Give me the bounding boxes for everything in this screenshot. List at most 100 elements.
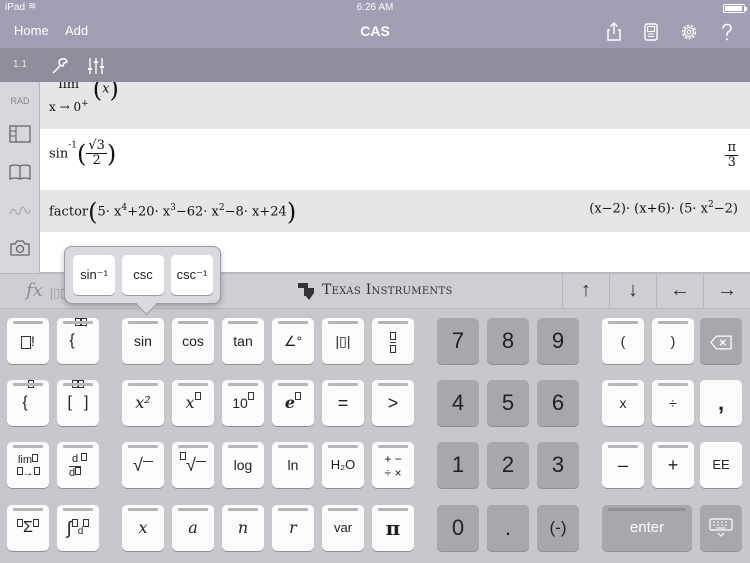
digit-8-key[interactable]: 8 xyxy=(487,318,529,364)
angle-mode: RAD xyxy=(10,96,30,106)
csc-key[interactable]: csc xyxy=(122,255,164,295)
down-arrow-key[interactable]: ↓ xyxy=(609,274,656,309)
gear-icon[interactable] xyxy=(678,21,700,43)
comma-key[interactable]: , xyxy=(700,380,742,426)
home-button[interactable]: Home xyxy=(14,23,49,38)
square-key[interactable]: x² xyxy=(122,380,164,426)
limit-key[interactable]: lim → xyxy=(7,442,49,488)
keyboard-icon xyxy=(709,518,733,537)
history-expression: factor(5· x4+20· x3−62· x2−8· x+24) xyxy=(49,198,297,226)
share-icon[interactable] xyxy=(603,21,625,43)
left-paren-key[interactable]: ( xyxy=(602,318,644,364)
chemistry-key[interactable]: H₂O xyxy=(322,442,364,488)
backspace-icon xyxy=(710,335,732,350)
digit-7-key[interactable]: 7 xyxy=(437,318,479,364)
decimal-key[interactable]: . xyxy=(487,505,529,551)
digit-0-key[interactable]: 0 xyxy=(437,505,479,551)
power-key[interactable]: x xyxy=(172,380,214,426)
system-key[interactable]: { xyxy=(7,380,49,426)
ee-key[interactable]: EE xyxy=(700,442,742,488)
cos-key[interactable]: cos xyxy=(172,318,214,364)
piecewise-key[interactable]: { xyxy=(57,318,99,364)
angle-key[interactable]: ∠° xyxy=(272,318,314,364)
page-sorter-icon[interactable] xyxy=(8,124,32,144)
nav-bar: Home Add CAS xyxy=(0,16,750,48)
pi-key[interactable]: π xyxy=(372,505,414,551)
digit-1-key[interactable]: 1 xyxy=(437,442,479,488)
history-row[interactable]: factor(5· x4+20· x3−62· x2−8· x+24) (x−2… xyxy=(40,190,750,232)
tan-key[interactable]: tan xyxy=(222,318,264,364)
digit-2-key[interactable]: 2 xyxy=(487,442,529,488)
help-icon[interactable] xyxy=(716,21,738,43)
digit-4-key[interactable]: 4 xyxy=(437,380,479,426)
sin-popup: sin⁻¹ csc csc⁻¹ xyxy=(64,246,221,304)
calculation-history: lim x → 0+ (x) sin-1(√3 2) π3 factor(5· x… xyxy=(40,82,750,273)
fraction-key[interactable] xyxy=(372,318,414,364)
var-n-key[interactable]: n xyxy=(222,505,264,551)
wrench-icon[interactable] xyxy=(50,56,70,76)
sum-key[interactable]: Σ xyxy=(7,505,49,551)
sliders-icon[interactable] xyxy=(86,56,106,76)
tool-strip xyxy=(40,48,750,82)
derivative-key[interactable]: dd xyxy=(57,442,99,488)
sqrt-key[interactable]: √ xyxy=(122,442,164,488)
ten-power-key[interactable]: 10 xyxy=(222,380,264,426)
book-icon[interactable] xyxy=(8,162,32,182)
greater-than-key[interactable]: > xyxy=(372,380,414,426)
camera-icon[interactable] xyxy=(8,238,32,258)
up-arrow-key[interactable]: ↑ xyxy=(562,274,609,309)
var-r-key[interactable]: r xyxy=(272,505,314,551)
left-toolbar: 1.1 RAD xyxy=(0,48,40,273)
var-x-key[interactable]: x xyxy=(122,505,164,551)
right-arrow-key[interactable]: → xyxy=(703,274,750,309)
brand-name: Texas Instruments xyxy=(322,282,453,298)
ti-logo-icon xyxy=(298,283,314,300)
lim-subscript: x → 0 xyxy=(49,99,82,114)
history-result: (x−2)· (x+6)· (5· x2−2) xyxy=(589,200,738,217)
fx-button[interactable]: fx xyxy=(26,280,43,301)
status-bar: iPad ≋ 6:26 AM xyxy=(0,0,750,16)
matrix-key[interactable]: [] xyxy=(57,380,99,426)
integral-key[interactable]: ∫ d xyxy=(57,505,99,551)
digit-5-key[interactable]: 5 xyxy=(487,380,529,426)
page-indicator[interactable]: 1.1 xyxy=(0,48,40,82)
sin-key[interactable]: sin xyxy=(122,318,164,364)
arcsin-key[interactable]: sin⁻¹ xyxy=(73,255,115,295)
nth-root-key[interactable]: √ xyxy=(172,442,214,488)
lim-word: lim xyxy=(58,82,80,92)
digit-9-key[interactable]: 9 xyxy=(537,318,579,364)
arccsc-key[interactable]: csc⁻¹ xyxy=(171,255,213,295)
lim-argument: x xyxy=(102,82,110,97)
enter-button[interactable]: enter xyxy=(602,505,692,551)
app-title: CAS xyxy=(360,23,390,39)
plus-key[interactable]: + xyxy=(652,442,694,488)
e-power-key[interactable]: e xyxy=(272,380,314,426)
negative-key[interactable]: (-) xyxy=(537,505,579,551)
var-key[interactable]: var xyxy=(322,505,364,551)
var-a-key[interactable]: a xyxy=(172,505,214,551)
digit-6-key[interactable]: 6 xyxy=(537,380,579,426)
multiply-key[interactable]: x xyxy=(602,380,644,426)
device-icon[interactable] xyxy=(640,21,662,43)
left-arrow-key[interactable]: ← xyxy=(656,274,703,309)
add-button[interactable]: Add xyxy=(65,23,88,38)
backspace-key[interactable] xyxy=(700,318,742,364)
history-row[interactable]: sin-1(√3 2) π3 xyxy=(40,129,750,190)
divide-key[interactable]: ÷ xyxy=(652,380,694,426)
factorial-key[interactable]: ! xyxy=(7,318,49,364)
log-key[interactable]: log xyxy=(222,442,264,488)
battery-icon xyxy=(723,4,747,13)
equals-key[interactable]: = xyxy=(322,380,364,426)
history-row[interactable]: lim x → 0+ (x) xyxy=(40,82,750,129)
ln-key[interactable]: ln xyxy=(272,442,314,488)
scribble-icon[interactable] xyxy=(8,200,32,220)
status-time: 6:26 AM xyxy=(356,2,394,13)
history-expression: sin-1(√3 2) xyxy=(49,138,117,169)
digit-3-key[interactable]: 3 xyxy=(537,442,579,488)
abs-key[interactable]: |▯| xyxy=(322,318,364,364)
right-paren-key[interactable]: ) xyxy=(652,318,694,364)
operators-key[interactable]: + − ÷ × xyxy=(372,442,414,488)
hide-keyboard-key[interactable] xyxy=(700,505,742,551)
keypad: ! { sin cos tan ∠° |▯| 7 8 9 ( ) { [] x²… xyxy=(0,309,750,563)
minus-key[interactable]: – xyxy=(602,442,644,488)
